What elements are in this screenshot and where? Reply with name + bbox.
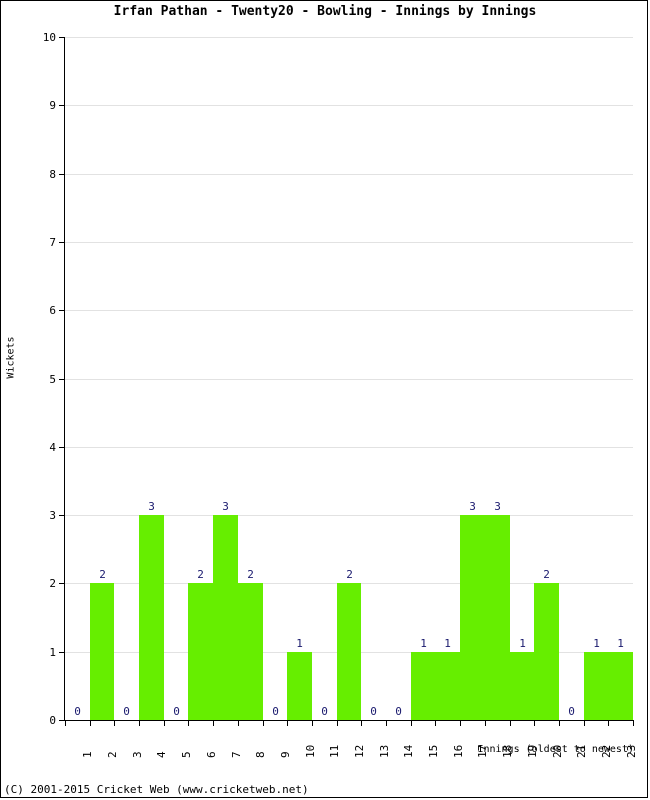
chart-title: Irfan Pathan - Twenty20 - Bowling - Inni…: [113, 4, 537, 19]
bar-value-label: 1: [519, 637, 526, 650]
gridline: [65, 105, 633, 106]
y-axis-tick: [59, 310, 65, 311]
x-axis-tick: [164, 721, 165, 726]
x-axis-line: [64, 720, 634, 721]
y-axis-tick: [59, 105, 65, 106]
bar-value-label: 1: [617, 637, 624, 650]
x-axis-tick: [386, 721, 387, 726]
gridline: [65, 310, 633, 311]
bar-value-label: 3: [494, 500, 501, 513]
y-axis-label: 0: [49, 714, 56, 727]
plot-area: 0 2 0 3 0 2 3 2 0 1 0 2 0 0 1 1 3 3 1 2 0 1 1: [65, 37, 633, 720]
x-axis-tick: [65, 721, 66, 726]
y-axis-tick: [59, 379, 65, 380]
x-axis-tick: [510, 721, 511, 726]
bar: [608, 652, 633, 720]
chart-page: Irfan Pathan - Twenty20 - Bowling - Inni…: [0, 0, 650, 800]
x-axis-tick: [90, 721, 91, 726]
bar-value-label: 3: [469, 500, 476, 513]
bar-value-label: 1: [444, 637, 451, 650]
bar-value-label: 0: [123, 705, 130, 718]
bar: [188, 583, 213, 720]
y-axis-tick: [59, 242, 65, 243]
x-axis-tick: [238, 721, 239, 726]
y-axis-label: 10: [42, 31, 56, 44]
bar-value-label: 0: [173, 705, 180, 718]
x-axis-tick: [361, 721, 362, 726]
bar: [411, 652, 435, 720]
bar: [435, 652, 460, 720]
x-axis-tick: [534, 721, 535, 726]
bar: [584, 652, 608, 720]
y-axis-label: 7: [49, 236, 56, 249]
x-axis-tick: [411, 721, 412, 726]
bar-value-label: 0: [272, 705, 279, 718]
x-axis-tick: [263, 721, 264, 726]
y-axis-label: 2: [49, 577, 56, 590]
x-axis-tick: [435, 721, 436, 726]
bar: [238, 583, 263, 720]
x-axis-tick: [312, 721, 313, 726]
gridline: [65, 37, 633, 38]
bar: [90, 583, 114, 720]
x-axis-tick: [188, 721, 189, 726]
bar-value-label: 1: [420, 637, 427, 650]
y-axis-tick: [59, 174, 65, 175]
bar: [534, 583, 559, 720]
bar-value-label: 2: [346, 568, 353, 581]
x-axis-title: Innings (oldest to newest): [477, 744, 634, 755]
bar: [139, 515, 164, 720]
x-axis-tick: [213, 721, 214, 726]
y-axis-label: 8: [49, 168, 56, 181]
x-axis-tick: [287, 721, 288, 726]
x-axis-tick: [460, 721, 461, 726]
x-axis-tick: [633, 721, 634, 726]
bar-value-label: 2: [99, 568, 106, 581]
bar-value-label: 0: [321, 705, 328, 718]
bar-value-label: 1: [296, 637, 303, 650]
y-axis-tick: [59, 583, 65, 584]
x-axis-tick: [485, 721, 486, 726]
y-axis-tick: [59, 652, 65, 653]
gridline: [65, 379, 633, 380]
bar: [337, 583, 361, 720]
bar-value-label: 3: [148, 500, 155, 513]
x-axis-tick: [608, 721, 609, 726]
gridline: [65, 242, 633, 243]
bar-value-label: 0: [370, 705, 377, 718]
x-axis-tick: [337, 721, 338, 726]
bar-value-label: 2: [543, 568, 550, 581]
y-axis-tick: [59, 515, 65, 516]
y-axis-label: 1: [49, 646, 56, 659]
footer-copyright: (C) 2001-2015 Cricket Web (www.cricketwe…: [4, 783, 309, 796]
y-axis-label: 4: [49, 441, 56, 454]
bar-value-label: 2: [197, 568, 204, 581]
bar: [485, 515, 510, 720]
y-axis-tick: [59, 447, 65, 448]
bar: [460, 515, 485, 720]
bar: [213, 515, 238, 720]
y-axis-tick: [59, 37, 65, 38]
y-axis-label: 3: [49, 509, 56, 522]
bar-value-label: 0: [395, 705, 402, 718]
x-axis-tick: [114, 721, 115, 726]
x-axis-tick: [584, 721, 585, 726]
bar-value-label: 2: [247, 568, 254, 581]
bar-value-label: 1: [593, 637, 600, 650]
bar-value-label: 3: [222, 500, 229, 513]
gridline: [65, 447, 633, 448]
gridline: [65, 174, 633, 175]
bar: [510, 652, 534, 720]
bar: [287, 652, 312, 720]
x-axis-tick: [559, 721, 560, 726]
bar-value-label: 0: [74, 705, 81, 718]
y-axis-label: 9: [49, 99, 56, 112]
x-axis-tick: [139, 721, 140, 726]
y-axis-title: Wickets: [5, 336, 17, 379]
bar-value-label: 0: [568, 705, 575, 718]
